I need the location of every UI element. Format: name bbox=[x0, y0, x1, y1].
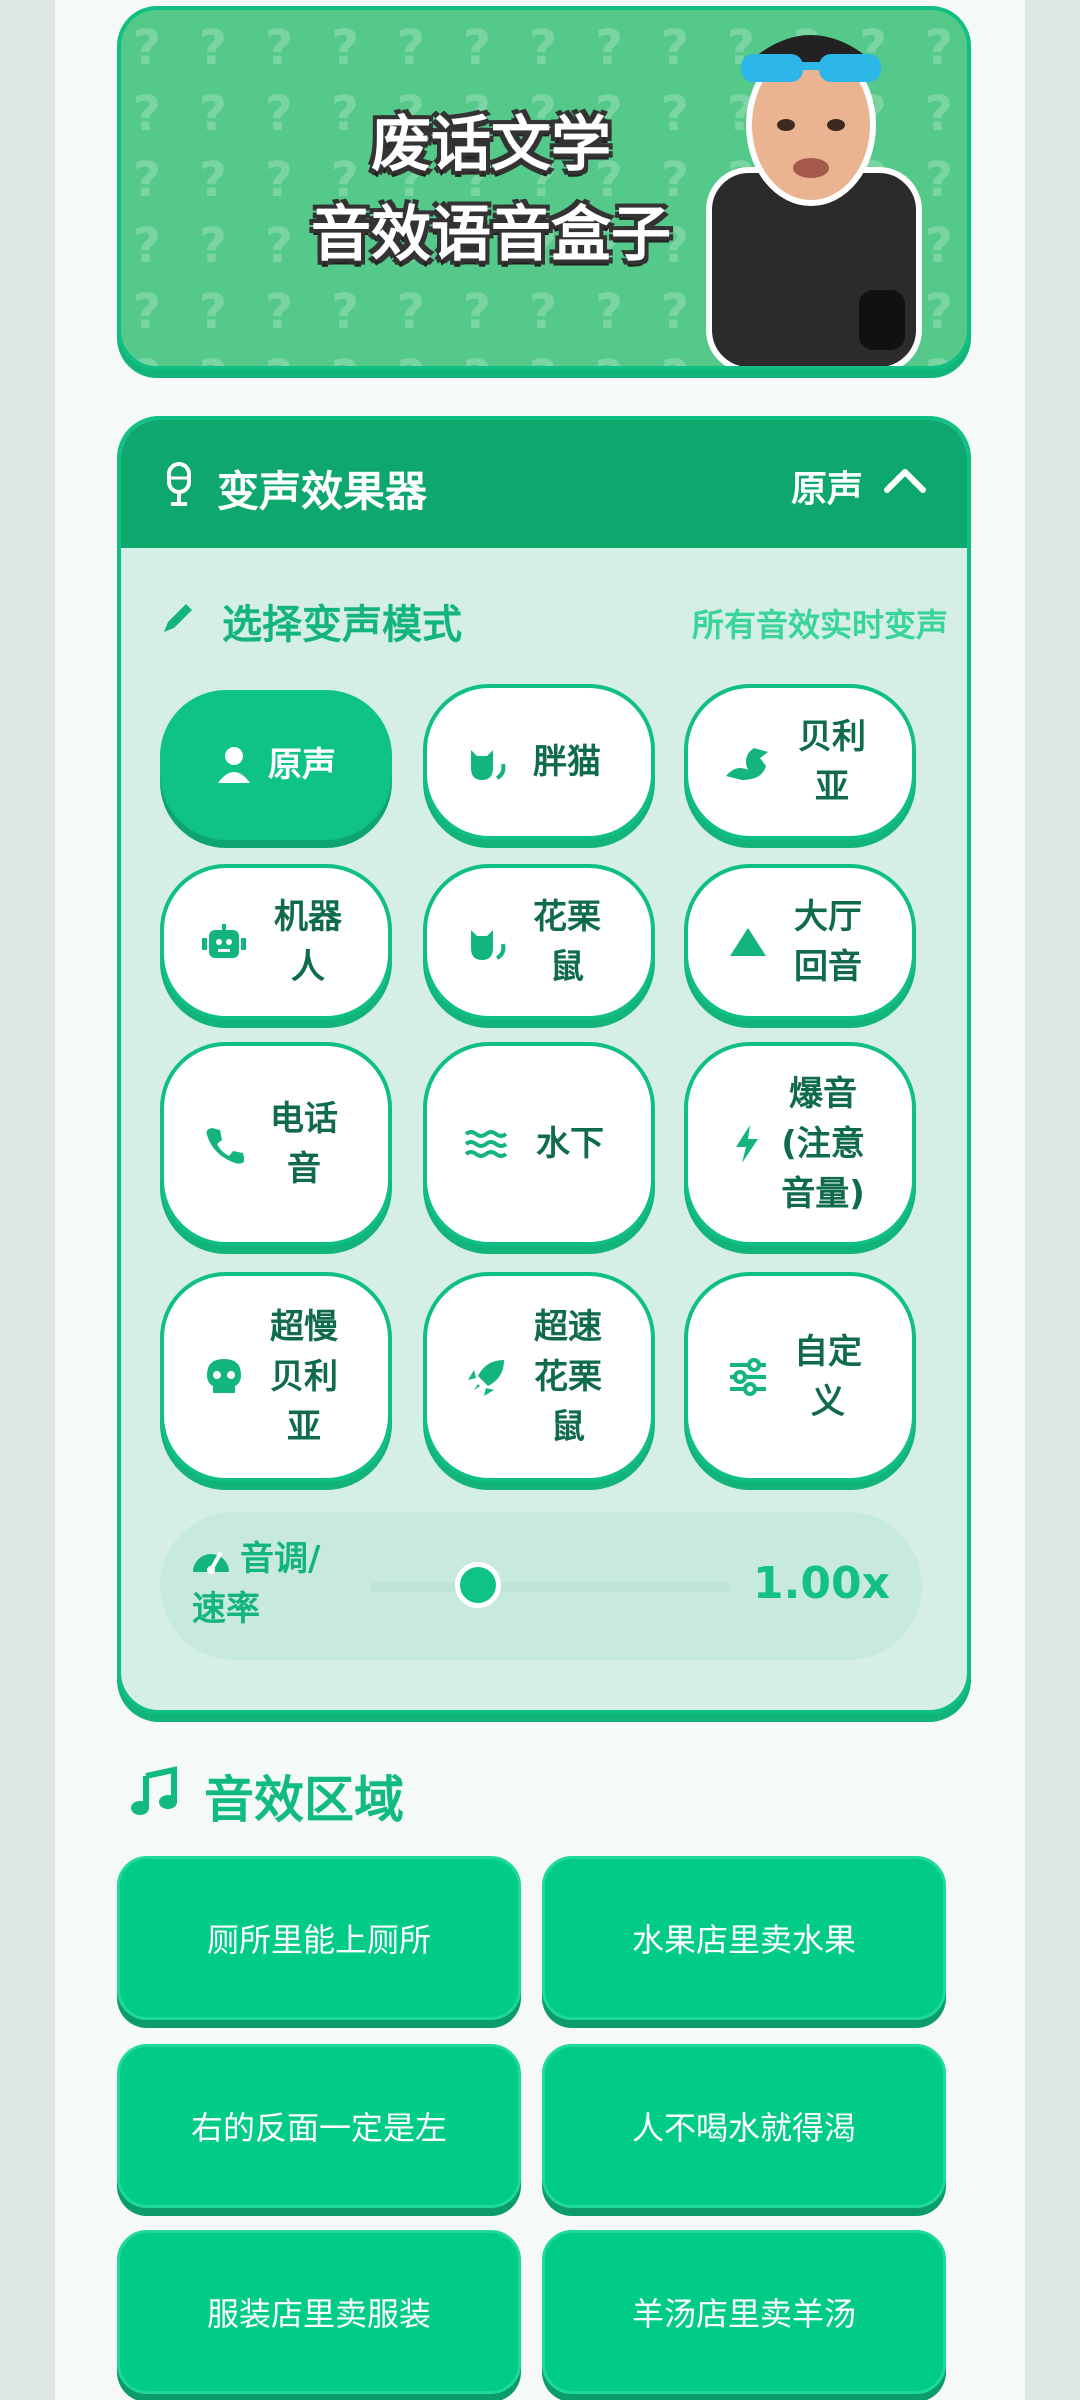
sound-button[interactable]: 羊汤店里卖羊汤 bbox=[542, 2230, 946, 2394]
question-mark-glyph: ? bbox=[529, 20, 557, 76]
voice-changer-title: 变声效果器 bbox=[217, 467, 428, 516]
question-mark-glyph: ? bbox=[925, 86, 953, 142]
select-mode-note: 所有音效实时变声 bbox=[691, 606, 948, 644]
mode-button-custom[interactable]: 自定义 bbox=[684, 1272, 916, 1482]
question-mark-glyph: ? bbox=[595, 350, 661, 366]
mode-button-chipmunk[interactable]: 花栗鼠 bbox=[423, 864, 655, 1020]
mode-label: 电话音 bbox=[270, 1099, 338, 1189]
question-mark-glyph: ? bbox=[925, 218, 953, 274]
mode-button-slow-belial[interactable]: 超慢贝利亚 bbox=[160, 1272, 392, 1482]
mode-label: 贝利亚 bbox=[798, 717, 866, 807]
sound-button[interactable]: 右的反面一定是左 bbox=[117, 2044, 521, 2208]
mode-button-telephone[interactable]: 电话音 bbox=[160, 1042, 392, 1246]
music-note-icon bbox=[131, 1766, 177, 1815]
pitch-value: 1.00x bbox=[753, 1558, 890, 1609]
question-mark-glyph: ? bbox=[133, 20, 161, 76]
person-photo bbox=[706, 35, 922, 366]
mode-button-hall-echo[interactable]: 大厅回音 bbox=[684, 864, 916, 1020]
phone-icon bbox=[206, 1128, 244, 1164]
question-mark-glyph: ? bbox=[529, 350, 595, 366]
question-mark-glyph: ? bbox=[331, 20, 359, 76]
question-mark-glyph: ? bbox=[397, 284, 425, 340]
pencil-icon bbox=[164, 604, 192, 632]
mode-label: 自定义 bbox=[794, 1332, 862, 1422]
mode-button-distortion[interactable]: 爆音(注意音量) bbox=[684, 1042, 916, 1246]
sound-button[interactable]: 水果店里卖水果 bbox=[542, 1856, 946, 2020]
banner-title-line1: 废话文学 bbox=[371, 110, 611, 180]
cat-icon bbox=[471, 930, 506, 960]
person-icon bbox=[218, 747, 250, 783]
mode-label: 爆音(注意音量) bbox=[781, 1074, 865, 1214]
sound-button[interactable]: 人不喝水就得渴 bbox=[542, 2044, 946, 2208]
banner-title: 废话文学 音效语音盒子 bbox=[211, 100, 771, 280]
mode-label: 原声 bbox=[268, 745, 336, 785]
question-mark-glyph: ? bbox=[133, 284, 161, 340]
question-mark-glyph: ? bbox=[397, 20, 425, 76]
mode-button-fast-chipmunk[interactable]: 超速花栗鼠 bbox=[423, 1272, 655, 1482]
question-mark-glyph: ? bbox=[133, 218, 161, 274]
mode-label: 胖猫 bbox=[533, 742, 601, 782]
mode-label: 机器人 bbox=[274, 897, 342, 987]
question-mark-glyph: ? bbox=[529, 284, 557, 340]
mode-label: 超速花栗鼠 bbox=[534, 1307, 602, 1447]
banner: ????????????????????????????????????????… bbox=[117, 6, 971, 370]
skull-icon bbox=[207, 1359, 241, 1393]
select-mode-title: 选择变声模式 bbox=[222, 602, 462, 648]
cat-icon bbox=[471, 750, 506, 780]
mode-label: 水下 bbox=[536, 1124, 604, 1164]
mode-label: 大厅回音 bbox=[794, 897, 862, 987]
mode-button-fat-cat[interactable]: 胖猫 bbox=[423, 684, 655, 840]
pitch-slider-track[interactable] bbox=[370, 1582, 730, 1592]
question-mark-glyph: ? bbox=[133, 350, 199, 366]
dragon-icon bbox=[726, 748, 768, 780]
rocket-icon bbox=[468, 1360, 504, 1396]
chevron-up-icon[interactable] bbox=[883, 464, 927, 496]
sound-button[interactable]: 厕所里能上厕所 bbox=[117, 1856, 521, 2020]
question-mark-glyph: ? bbox=[463, 284, 491, 340]
pitch-control: 音调/速率 1.00x bbox=[160, 1512, 922, 1660]
mode-label: 超慢贝利亚 bbox=[270, 1307, 338, 1447]
question-mark-glyph: ? bbox=[925, 284, 953, 340]
mode-button-robot[interactable]: 机器人 bbox=[160, 864, 392, 1020]
sliders-icon bbox=[730, 1358, 766, 1396]
mode-button-original[interactable]: 原声 bbox=[160, 690, 392, 840]
question-mark-glyph: ? bbox=[925, 20, 953, 76]
robot-icon bbox=[202, 924, 246, 958]
question-mark-glyph: ? bbox=[199, 350, 265, 366]
question-mark-glyph: ? bbox=[595, 20, 623, 76]
mode-button-belial[interactable]: 贝利亚 bbox=[684, 684, 916, 840]
mode-button-underwater[interactable]: 水下 bbox=[423, 1042, 655, 1246]
question-mark-glyph: ? bbox=[199, 20, 227, 76]
microphone-icon bbox=[167, 461, 191, 506]
question-mark-glyph: ? bbox=[265, 350, 331, 366]
question-mark-glyph: ? bbox=[925, 152, 953, 208]
pitch-slider-thumb[interactable] bbox=[455, 1562, 501, 1608]
question-mark-glyph: ? bbox=[397, 350, 463, 366]
bolt-icon bbox=[736, 1125, 758, 1163]
question-mark-glyph: ? bbox=[133, 86, 161, 142]
question-mark-glyph: ? bbox=[463, 350, 529, 366]
question-mark-glyph: ? bbox=[199, 284, 227, 340]
water-icon bbox=[464, 1130, 508, 1158]
question-mark-glyph: ? bbox=[331, 284, 359, 340]
question-mark-glyph: ? bbox=[133, 152, 161, 208]
banner-title-line2: 音效语音盒子 bbox=[311, 200, 671, 270]
current-mode: 原声 bbox=[790, 469, 863, 510]
voice-changer-header[interactable]: 变声效果器 原声 bbox=[121, 420, 967, 548]
mode-label: 花栗鼠 bbox=[533, 897, 601, 987]
question-mark-glyph: ? bbox=[595, 284, 623, 340]
pitch-label: 音调/速率 bbox=[192, 1539, 321, 1629]
question-mark-glyph: ? bbox=[265, 20, 293, 76]
sound-area-title: 音效区域 bbox=[204, 1771, 404, 1829]
mountain-icon bbox=[730, 928, 766, 956]
question-mark-glyph: ? bbox=[463, 20, 491, 76]
question-mark-glyph: ? bbox=[265, 284, 293, 340]
question-mark-glyph: ? bbox=[331, 350, 397, 366]
sound-button[interactable]: 服装店里卖服装 bbox=[117, 2230, 521, 2394]
